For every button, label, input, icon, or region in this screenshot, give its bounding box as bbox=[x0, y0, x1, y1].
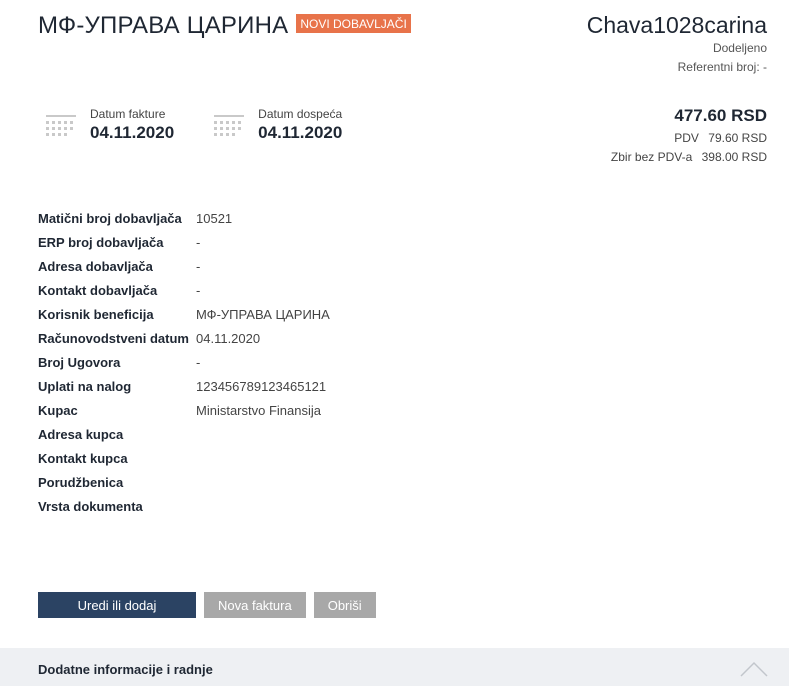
invoice-date: Datum fakture 04.11.2020 bbox=[40, 107, 174, 147]
due-date: Datum dospeća 04.11.2020 bbox=[208, 107, 342, 147]
detail-label: Adresa dobavljača bbox=[38, 259, 153, 274]
detail-label: Korisnik beneficija bbox=[38, 307, 154, 322]
invoice-date-label: Datum fakture bbox=[90, 107, 166, 121]
detail-row: Kupac Ministarstvo Finansija bbox=[38, 399, 498, 423]
detail-label: Broj Ugovora bbox=[38, 355, 121, 370]
detail-value: - bbox=[196, 355, 201, 370]
supplier-name: Chava1028carina bbox=[586, 12, 767, 38]
additional-info-panel[interactable]: Dodatne informacije i radnje bbox=[0, 648, 789, 686]
calendar-icon bbox=[214, 115, 245, 136]
detail-row: Korisnik beneficija МФ-УПРАВА ЦАРИНА bbox=[38, 303, 498, 327]
status-text: Dodeljeno bbox=[712, 41, 767, 55]
detail-value: - bbox=[196, 259, 201, 274]
detail-row: Računovodstveni datum 04.11.2020 bbox=[38, 327, 498, 351]
detail-label: Kontakt dobavljača bbox=[38, 283, 158, 298]
detail-label: Porudžbenica bbox=[38, 475, 124, 490]
net-label: Zbir bez PDV-a bbox=[610, 150, 693, 164]
additional-info-label: Dodatne informacije i radnje bbox=[38, 662, 213, 677]
invoice-date-value: 04.11.2020 bbox=[90, 123, 175, 142]
invoice-header: МФ-УПРАВА ЦАРИНА NOVI DOBAVLJAČI Chava10… bbox=[38, 12, 767, 92]
detail-value: 04.11.2020 bbox=[196, 331, 261, 346]
detail-label: Kontakt kupca bbox=[38, 451, 128, 466]
vat-row: PDV 79.60 RSD bbox=[611, 131, 767, 145]
page-title: МФ-УПРАВА ЦАРИНА bbox=[38, 12, 289, 39]
detail-label: Matični broj dobavljača bbox=[38, 211, 182, 226]
calendar-icon bbox=[46, 115, 76, 136]
dates-section: Datum fakture 04.11.2020 Datum dospeća 0… bbox=[40, 107, 376, 147]
detail-value: - bbox=[196, 235, 201, 250]
detail-value: 123456789123465121 bbox=[196, 379, 327, 394]
detail-row: Vrsta dokumenta bbox=[38, 495, 498, 519]
due-date-label: Datum dospeća bbox=[258, 107, 343, 121]
vat-value: 79.60 RSD bbox=[708, 131, 767, 145]
detail-row: Porudžbenica bbox=[38, 471, 498, 495]
net-value: 398.00 RSD bbox=[701, 150, 767, 164]
delete-button[interactable]: Obriši bbox=[313, 592, 376, 618]
detail-value: МФ-УПРАВА ЦАРИНА bbox=[196, 307, 330, 322]
edit-or-add-button[interactable]: Uredi ili dodaj bbox=[38, 592, 196, 618]
supplier-info: Chava1028carina Dodeljeno Referentni bro… bbox=[587, 12, 767, 74]
detail-label: Kupac bbox=[38, 403, 78, 418]
detail-row: Matični broj dobavljača 10521 bbox=[38, 207, 498, 231]
detail-row: Uplati na nalog 123456789123465121 bbox=[38, 375, 498, 399]
detail-row: Kontakt dobavljača - bbox=[38, 279, 498, 303]
reference-number: Referentni broj: - bbox=[677, 60, 767, 74]
detail-value: Ministarstvo Finansija bbox=[196, 403, 321, 418]
detail-label: Uplati na nalog bbox=[38, 379, 132, 394]
net-row: Zbir bez PDV-a 398.00 RSD bbox=[611, 150, 767, 164]
due-date-value: 04.11.2020 bbox=[258, 123, 343, 142]
detail-label: Vrsta dokumenta bbox=[38, 499, 143, 514]
vat-label: PDV bbox=[674, 131, 699, 145]
detail-value: 10521 bbox=[196, 211, 233, 226]
detail-row: Adresa dobavljača - bbox=[38, 255, 498, 279]
detail-label: Adresa kupca bbox=[38, 427, 124, 442]
new-invoice-button[interactable]: Nova faktura bbox=[204, 592, 306, 618]
amounts-section: 477.60 RSD PDV 79.60 RSD Zbir bez PDV-a … bbox=[611, 106, 767, 164]
details-list: Matični broj dobavljača 10521 ERP broj do… bbox=[38, 207, 498, 519]
detail-row: Kontakt kupca bbox=[38, 447, 498, 471]
new-supplier-badge: NOVI DOBAVLJAČI bbox=[296, 13, 411, 33]
detail-row: Broj Ugovora - bbox=[38, 351, 498, 375]
detail-row: ERP broj dobavljača - bbox=[38, 231, 498, 255]
detail-row: Adresa kupca bbox=[38, 423, 498, 447]
detail-label: Računovodstveni datum bbox=[38, 331, 189, 346]
action-buttons: Uredi ili dodaj Nova faktura Obriši bbox=[38, 592, 384, 618]
detail-label: ERP broj dobavljača bbox=[38, 235, 164, 250]
detail-value: - bbox=[196, 283, 201, 298]
chevron-up-icon[interactable] bbox=[739, 658, 769, 678]
total-amount: 477.60 RSD bbox=[674, 106, 767, 125]
